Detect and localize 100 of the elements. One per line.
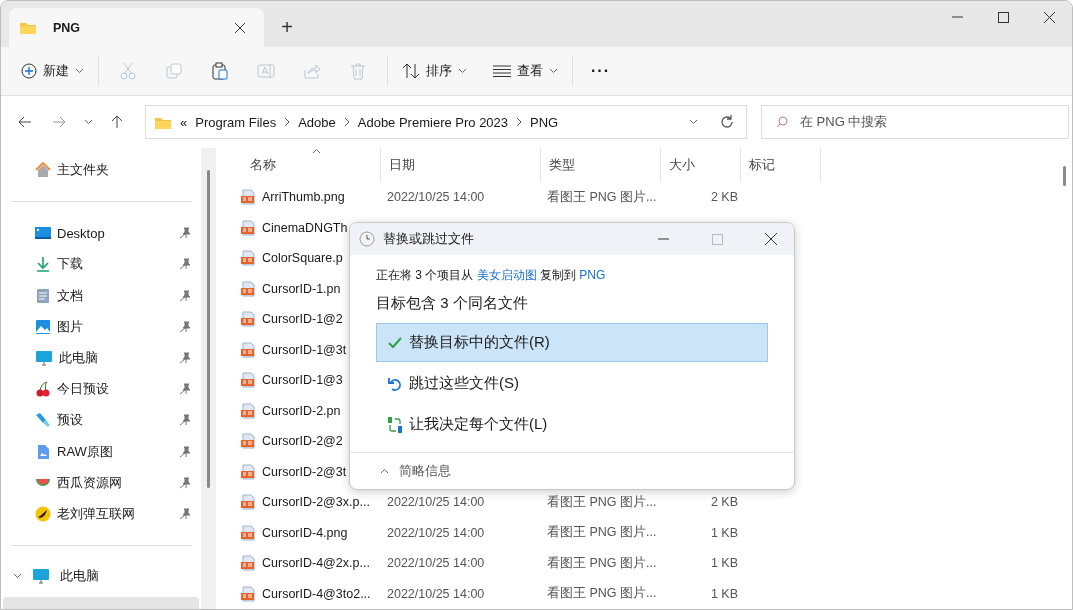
breadcrumb-separator-icon bbox=[284, 118, 291, 126]
undo-arrow-icon bbox=[387, 375, 403, 392]
sidebar-item[interactable]: 此电脑 bbox=[1, 560, 201, 592]
close-icon bbox=[234, 21, 246, 34]
sidebar-item[interactable]: 此电脑 bbox=[1, 342, 201, 374]
sidebar-item[interactable]: RAW原图 bbox=[1, 436, 201, 468]
sidebar-item[interactable]: 图片 bbox=[1, 311, 201, 343]
png-file-icon bbox=[240, 311, 256, 328]
more-button[interactable]: ··· bbox=[579, 54, 622, 88]
scissors-icon bbox=[119, 62, 137, 80]
png-file-icon bbox=[240, 433, 256, 450]
new-button[interactable]: 新建 bbox=[13, 54, 92, 88]
column-header[interactable]: 标记 bbox=[741, 148, 821, 182]
trash-icon bbox=[349, 62, 367, 80]
breadcrumb[interactable]: PNG bbox=[530, 114, 559, 130]
up-arrow-icon bbox=[111, 115, 123, 129]
table-cell-text: 2022/10/25 14:00 bbox=[386, 495, 486, 510]
table-cell-text: 2022/10/25 14:00 bbox=[386, 525, 486, 540]
tab[interactable]: PNG bbox=[9, 8, 264, 47]
file-name[interactable]: ArriThumb.png bbox=[238, 189, 381, 206]
pin-icon bbox=[179, 352, 191, 364]
dropdown-chevron-icon bbox=[689, 119, 698, 125]
details-toggle[interactable]: 简略信息 bbox=[350, 452, 794, 489]
table-cell-text: 2 KB bbox=[709, 495, 738, 510]
copy-icon bbox=[165, 62, 183, 80]
sidebar-item[interactable]: 老刘弹互联网 bbox=[1, 498, 201, 530]
new-tab-button[interactable]: + bbox=[272, 8, 302, 47]
search-field[interactable]: 在 PNG 中搜索 bbox=[761, 105, 1069, 139]
bird-logo-icon bbox=[35, 506, 51, 523]
png-file-icon bbox=[240, 585, 256, 602]
caret-icon bbox=[549, 68, 558, 74]
refresh-icon bbox=[720, 115, 734, 129]
link[interactable]: PNG bbox=[579, 268, 606, 282]
sidebar-item[interactable]: 下载 bbox=[1, 248, 201, 280]
table-cell-text: 看图王 PNG 图片... bbox=[546, 493, 658, 511]
column-header[interactable]: 类型 bbox=[541, 148, 661, 182]
share-icon bbox=[303, 62, 321, 80]
sort-arrows-icon bbox=[402, 63, 420, 79]
sidebar-item[interactable]: Desktop bbox=[1, 217, 201, 249]
back-arrow-icon bbox=[18, 116, 32, 128]
png-file-icon bbox=[240, 524, 256, 541]
search-icon bbox=[776, 116, 788, 128]
breadcrumb[interactable]: Program Files bbox=[195, 114, 277, 130]
up-chevron-icon bbox=[380, 468, 389, 474]
maximize-icon bbox=[997, 11, 1009, 23]
swap-files-icon bbox=[387, 415, 403, 434]
document-icon bbox=[35, 287, 51, 304]
breadcrumb-separator-icon bbox=[516, 118, 523, 126]
png-file-icon bbox=[240, 280, 256, 297]
pin-icon bbox=[179, 227, 191, 240]
table-cell-text: 2022/10/25 14:00 bbox=[386, 190, 486, 205]
pin-icon bbox=[179, 383, 191, 396]
picture-icon bbox=[35, 318, 51, 335]
png-file-icon bbox=[240, 219, 256, 236]
png-file-icon bbox=[240, 341, 256, 358]
file-name[interactable]: CursorID-4@3to2... bbox=[238, 585, 381, 602]
view-button[interactable]: 查看 bbox=[485, 54, 566, 88]
minimize-icon bbox=[951, 16, 963, 18]
link[interactable]: 美女启动图 bbox=[476, 268, 537, 282]
breadcrumb[interactable]: Adobe bbox=[298, 114, 336, 130]
address-bar[interactable]: « Program Files Adobe Adobe Premiere Pro 2023 PNG bbox=[145, 105, 747, 139]
table-cell-text: 2 KB bbox=[709, 190, 738, 205]
pin-icon bbox=[179, 320, 191, 333]
png-file-icon bbox=[240, 372, 256, 389]
sidebar-item[interactable]: 西瓜资源网 bbox=[1, 467, 201, 499]
column-header[interactable]: 日期 bbox=[381, 148, 541, 182]
expand-chevron-icon bbox=[13, 572, 22, 579]
file-name[interactable]: CinemaDNGTh bbox=[238, 219, 381, 236]
pin-icon bbox=[179, 414, 191, 427]
scrollbar-thumb[interactable] bbox=[1063, 166, 1066, 186]
list-lines-icon bbox=[493, 65, 511, 77]
column-header[interactable]: 名称 bbox=[238, 148, 381, 182]
file-name[interactable]: CursorID-2@3x.p... bbox=[238, 494, 381, 511]
watermelon-icon bbox=[35, 478, 51, 487]
sidebar-item[interactable]: 预设 bbox=[1, 404, 201, 437]
rename-icon bbox=[257, 62, 275, 80]
sidebar-item[interactable]: 主文件夹 bbox=[1, 154, 201, 186]
download-icon bbox=[35, 256, 51, 273]
dialog-heading: 目标包含 3 个同名文件 bbox=[376, 294, 529, 313]
overflow-chevrons[interactable]: « bbox=[180, 114, 188, 130]
file-name[interactable]: ColorSquare.p bbox=[238, 250, 381, 267]
breadcrumb[interactable]: Adobe Premiere Pro 2023 bbox=[357, 114, 509, 130]
minimize-icon bbox=[657, 238, 669, 240]
pin-icon bbox=[179, 508, 191, 521]
plus-circle-icon bbox=[21, 63, 37, 79]
table-cell-text: 1 KB bbox=[709, 556, 738, 571]
sidebar-item[interactable]: 今日预设 bbox=[1, 373, 201, 405]
dialog-title: 替换或跳过文件 bbox=[383, 230, 475, 248]
file-name[interactable]: CursorID-4.png bbox=[238, 524, 381, 541]
sort-button[interactable]: 排序 bbox=[394, 54, 475, 88]
file-name[interactable]: CursorID-4@2x.p... bbox=[238, 555, 381, 572]
sidebar-item[interactable]: 文档 bbox=[1, 279, 201, 312]
caret-icon bbox=[75, 68, 84, 74]
scrollbar[interactable] bbox=[201, 148, 216, 609]
cherry-icon bbox=[35, 381, 51, 398]
clipboard-icon bbox=[211, 62, 229, 80]
table-cell-text: 看图王 PNG 图片... bbox=[546, 524, 658, 542]
column-header[interactable]: 大小 bbox=[661, 148, 741, 182]
option-button[interactable]: 替换目标中的文件(R) bbox=[376, 323, 768, 362]
desktop-icon bbox=[35, 225, 51, 242]
